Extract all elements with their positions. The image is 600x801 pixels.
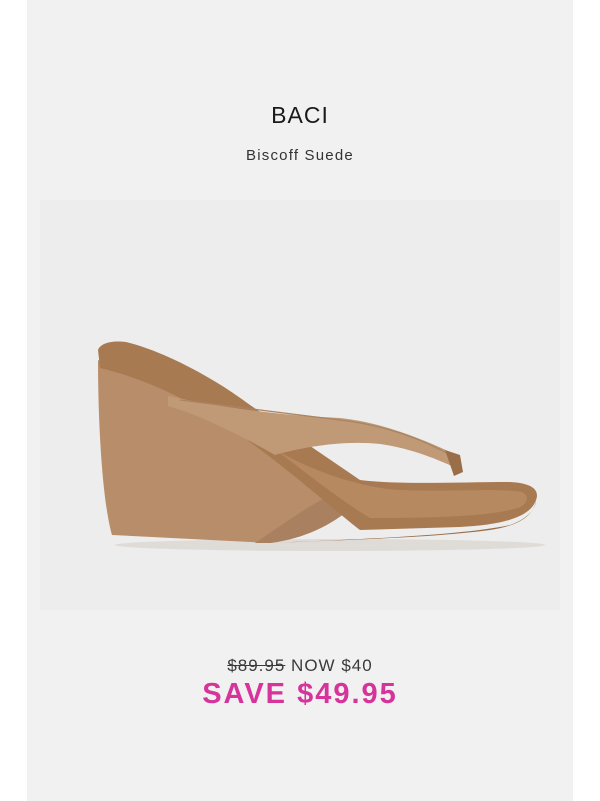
- product-color-name: Biscoff Suede: [246, 147, 354, 164]
- sale-price: NOW $40: [291, 656, 373, 675]
- product-image[interactable]: [40, 200, 560, 610]
- savings-amount: SAVE $49.95: [202, 678, 398, 710]
- product-card[interactable]: BACI Biscoff Suede $89.95 NOW $40 SAVE $…: [27, 0, 573, 801]
- sandal-illustration: [98, 341, 545, 551]
- price-line: $89.95 NOW $40: [27, 656, 573, 676]
- brand-name: BACI: [271, 102, 329, 128]
- original-price: $89.95: [227, 656, 286, 675]
